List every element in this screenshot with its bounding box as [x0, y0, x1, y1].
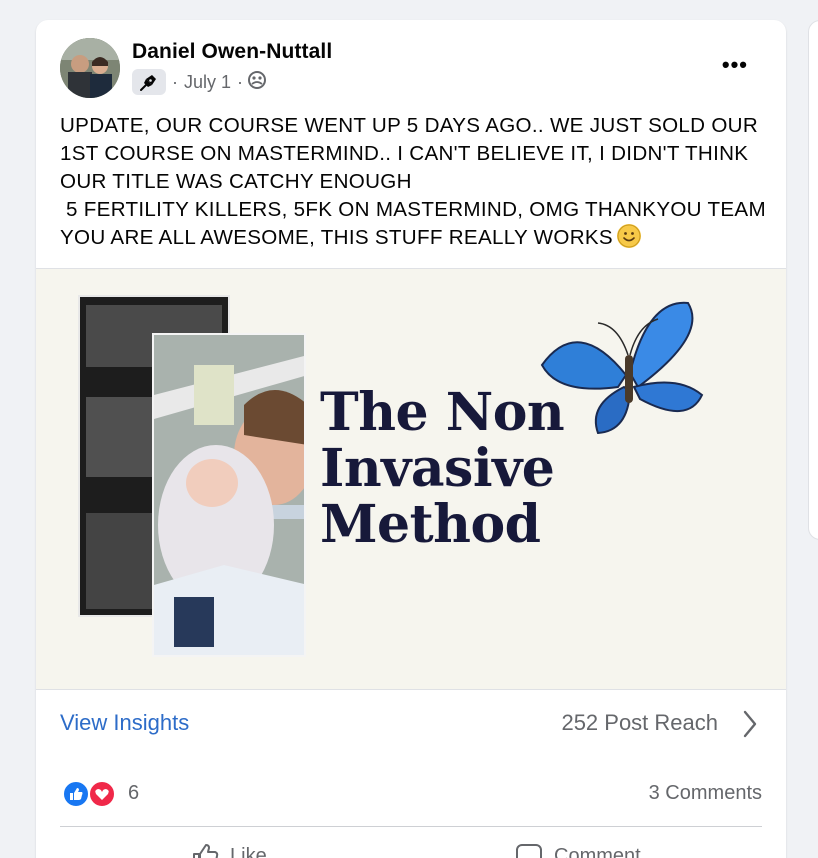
reactions-row: 6 3 Comments: [60, 778, 762, 810]
comment-button[interactable]: Comment: [514, 842, 641, 858]
post-body: UPDATE, OUR COURSE WENT UP 5 DAYS AGO.. …: [60, 112, 770, 252]
post-header: Daniel Owen-Nuttall · July 1 · •••: [60, 38, 762, 100]
pen-nib-icon: [132, 69, 166, 95]
media-headline: The Non Invasive Method: [320, 382, 565, 555]
post-meta: · July 1 ·: [132, 68, 267, 96]
headline-line: Invasive: [320, 438, 555, 499]
comment-label: Comment: [554, 844, 641, 858]
insights-row: View Insights 252 Post Reach: [60, 710, 760, 750]
reaction-icons[interactable]: [60, 780, 120, 808]
post-date[interactable]: July 1: [184, 72, 231, 93]
adjacent-card: [808, 20, 818, 540]
meta-separator: ·: [237, 71, 244, 92]
post-image[interactable]: The Non Invasive Method: [36, 268, 786, 690]
butterfly-image: [540, 301, 704, 435]
comments-count[interactable]: 3 Comments: [649, 782, 762, 805]
baby-photo-image: [152, 333, 306, 657]
author-avatar[interactable]: [60, 38, 120, 98]
author-name[interactable]: Daniel Owen-Nuttall: [132, 40, 332, 64]
comment-icon: [516, 844, 542, 858]
like-label: Like: [230, 844, 267, 858]
post-reach[interactable]: 252 Post Reach: [561, 710, 718, 736]
more-options-button[interactable]: •••: [722, 54, 748, 76]
view-insights-link[interactable]: View Insights: [60, 710, 189, 736]
post-text: UPDATE, OUR COURSE WENT UP 5 DAYS AGO.. …: [60, 114, 766, 249]
meta-separator: ·: [172, 71, 178, 92]
divider: [60, 826, 762, 827]
headline-line: Method: [320, 494, 541, 555]
reaction-count[interactable]: 6: [128, 782, 139, 805]
thumbs-up-icon: [193, 844, 219, 858]
chevron-right-icon[interactable]: [740, 708, 760, 740]
headline-line: The Non: [320, 382, 565, 443]
friends-audience-icon[interactable]: [247, 70, 267, 95]
post-card: Daniel Owen-Nuttall · July 1 · ••• UPDAT…: [36, 20, 786, 858]
action-row: Like Comment: [60, 836, 762, 858]
smiley-emoji-icon: [616, 224, 641, 248]
like-button[interactable]: Like: [190, 842, 267, 858]
